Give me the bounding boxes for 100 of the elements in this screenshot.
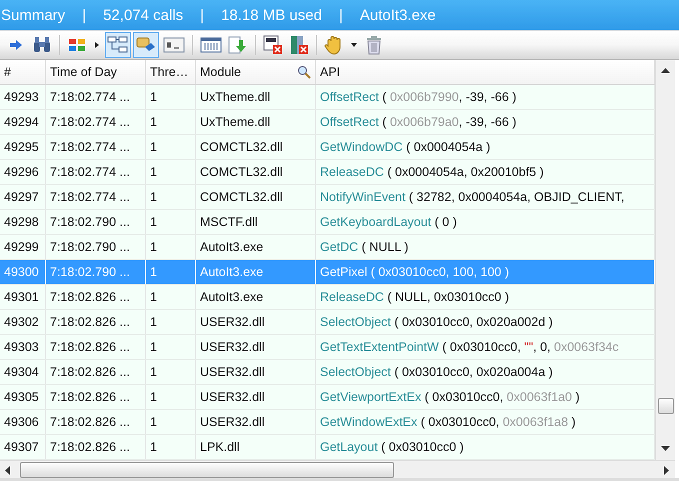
table-cell: 1 [146, 435, 196, 459]
scrollbar-thumb[interactable] [20, 462, 394, 478]
table-cell: USER32.dll [196, 385, 316, 409]
table-cell: USER32.dll [196, 360, 316, 384]
scroll-up-icon[interactable] [661, 68, 670, 73]
table-cell: GetWindowDC ( 0x0004054a ) [316, 135, 655, 159]
table-row[interactable]: 49298 7:18:02.790 ... 1 MSCTF.dll GetKeyboardLayout ( 0 ) [0, 210, 655, 235]
table-cell: AutoIt3.exe [196, 285, 316, 309]
table-cell: 49298 [0, 210, 46, 234]
table-row[interactable]: 49306 7:18:02.826 ... 1 USER32.dll GetWindowExtEx ( 0x03010cc0, 0x0063f1a8 ) [0, 410, 655, 435]
table-row[interactable]: 49299 7:18:02.790 ... 1 AutoIt3.exe GetDC ( NULL ) [0, 235, 655, 260]
separator-text: | [338, 6, 344, 24]
table-cell: GetTextExtentPointW ( 0x03010cc0, "", 0, 0x0063f34c [316, 335, 655, 359]
table-cell: 7:18:02.826 ... [46, 435, 146, 459]
scroll-left-icon[interactable] [5, 466, 10, 475]
column-header[interactable]: Module [196, 60, 316, 84]
search-icon[interactable] [297, 65, 311, 79]
table-row[interactable]: 49295 7:18:02.774 ... 1 COMCTL32.dll GetWindowDC ( 0x0004054a ) [0, 135, 655, 160]
table-row[interactable]: 49294 7:18:02.774 ... 1 UxTheme.dll OffsetRect ( 0x006b79a0, -39, -66 ) [0, 110, 655, 135]
table-row[interactable]: 49302 7:18:02.826 ... 1 USER32.dll SelectObject ( 0x03010cc0, 0x020a002d ) [0, 310, 655, 335]
table-cell: 49299 [0, 235, 46, 259]
color-grid-icon [68, 37, 86, 53]
table-cell: USER32.dll [196, 410, 316, 434]
table-cell: COMCTL32.dll [196, 160, 316, 184]
table-cell: OffsetRect ( 0x006b79a0, -39, -66 ) [316, 110, 655, 134]
table-row[interactable]: 49296 7:18:02.774 ... 1 COMCTL32.dll ReleaseDC ( 0x0004054a, 0x20010bf5 ) [0, 160, 655, 185]
table-cell: 1 [146, 410, 196, 434]
table-cell: 7:18:02.826 ... [46, 385, 146, 409]
table-cell: ReleaseDC ( NULL, 0x03010cc0 ) [316, 285, 655, 309]
table-delete-icon [289, 35, 309, 55]
scroll-right-icon[interactable] [664, 466, 669, 475]
table-row[interactable]: 49293 7:18:02.774 ... 1 UxTheme.dll OffsetRect ( 0x006b7990, -39, -66 ) [0, 85, 655, 110]
table-cell: USER32.dll [196, 335, 316, 359]
separator-text: | [81, 6, 88, 24]
table-cell: GetKeyboardLayout ( 0 ) [316, 210, 655, 234]
table-cell: 7:18:02.774 ... [46, 135, 146, 159]
table-cell: GetDC ( NULL ) [316, 235, 655, 259]
api-delete-icon [263, 35, 283, 55]
tree-button[interactable] [105, 32, 131, 58]
table-cell: GetPixel ( 0x03010cc0, 100, 100 ) [316, 260, 655, 284]
table-cell: OffsetRect ( 0x006b7990, -39, -66 ) [316, 85, 655, 109]
table-cell: 49295 [0, 135, 46, 159]
table-cell: 7:18:02.774 ... [46, 160, 146, 184]
trash-icon [365, 35, 383, 55]
table-cell: 49305 [0, 385, 46, 409]
table-cell: 7:18:02.774 ... [46, 110, 146, 134]
table-cell: 49301 [0, 285, 46, 309]
table-cell: 1 [146, 160, 196, 184]
table-cell: 1 [146, 85, 196, 109]
table-cell: 49300 [0, 260, 46, 284]
table-cell: GetLayout ( 0x03010cc0 ) [316, 435, 655, 459]
table-cell: 1 [146, 185, 196, 209]
table-row[interactable]: 49303 7:18:02.826 ... 1 USER32.dll GetTextExtentPointW ( 0x03010cc0, "", 0, 0x0063f34c [0, 335, 655, 360]
table-cell: 7:18:02.774 ... [46, 185, 146, 209]
tag-button[interactable] [133, 32, 159, 58]
table-cell: UxTheme.dll [196, 85, 316, 109]
summary-text: 52,074 calls [103, 6, 184, 24]
table-cell: 7:18:02.826 ... [46, 285, 146, 309]
table-cell: UxTheme.dll [196, 110, 316, 134]
table-cell: 1 [146, 260, 196, 284]
table-row[interactable]: 49301 7:18:02.826 ... 1 AutoIt3.exe ReleaseDC ( NULL, 0x03010cc0 ) [0, 285, 655, 310]
table-row[interactable]: 49305 7:18:02.826 ... 1 USER32.dll GetViewportExtEx ( 0x03010cc0, 0x0063f1a0 ) [0, 385, 655, 410]
table-row[interactable]: 49304 7:18:02.826 ... 1 USER32.dll SelectObject ( 0x03010cc0, 0x020a004a ) [0, 360, 655, 385]
table-cell: 7:18:02.790 ... [46, 235, 146, 259]
column-header[interactable]: # [0, 60, 46, 84]
table-cell: 7:18:02.774 ... [46, 85, 146, 109]
table-cell: 49303 [0, 335, 46, 359]
table-cell: 49293 [0, 85, 46, 109]
scroll-down-icon[interactable] [661, 446, 670, 451]
table-cell: 1 [146, 310, 196, 334]
table-cell: 49304 [0, 360, 46, 384]
console-icon [163, 36, 185, 54]
table-cell: USER32.dll [196, 310, 316, 334]
table-row[interactable]: 49297 7:18:02.774 ... 1 COMCTL32.dll NotifyWinEvent ( 32782, 0x0004054a, OBJID_CLIENT, [0, 185, 655, 210]
table-cell: 1 [146, 235, 196, 259]
table-cell: MSCTF.dll [196, 210, 316, 234]
summary-text: 18.18 MB used [221, 6, 322, 24]
summary-text: Summary [1, 6, 66, 24]
table-cell: COMCTL32.dll [196, 135, 316, 159]
column-header[interactable]: Thre… [146, 60, 196, 84]
table-cell: 1 [146, 110, 196, 134]
table-cell: GetWindowExtEx ( 0x03010cc0, 0x0063f1a8 ) [316, 410, 655, 434]
table-cell: 7:18:02.826 ... [46, 335, 146, 359]
table-cell: 49297 [0, 185, 46, 209]
table-row[interactable]: 49307 7:18:02.826 ... 1 LPK.dll GetLayout ( 0x03010cc0 ) [0, 435, 655, 460]
table-cell: 1 [146, 135, 196, 159]
binoculars-icon [32, 36, 52, 54]
table-cell: SelectObject ( 0x03010cc0, 0x020a004a ) [316, 360, 655, 384]
column-header[interactable]: Time of Day [46, 60, 146, 84]
table-cell: 7:18:02.826 ... [46, 410, 146, 434]
export-icon [228, 35, 248, 55]
table-cell: 49306 [0, 410, 46, 434]
scrollbar-thumb[interactable] [658, 398, 674, 414]
table-cell: SelectObject ( 0x03010cc0, 0x020a002d ) [316, 310, 655, 334]
table-cell: AutoIt3.exe [196, 235, 316, 259]
table-cell: NotifyWinEvent ( 32782, 0x0004054a, OBJID_CLIENT, [316, 185, 655, 209]
table-cell: 1 [146, 385, 196, 409]
table-cell: 7:18:02.826 ... [46, 360, 146, 384]
table-cell: 49296 [0, 160, 46, 184]
table-cell: 1 [146, 335, 196, 359]
